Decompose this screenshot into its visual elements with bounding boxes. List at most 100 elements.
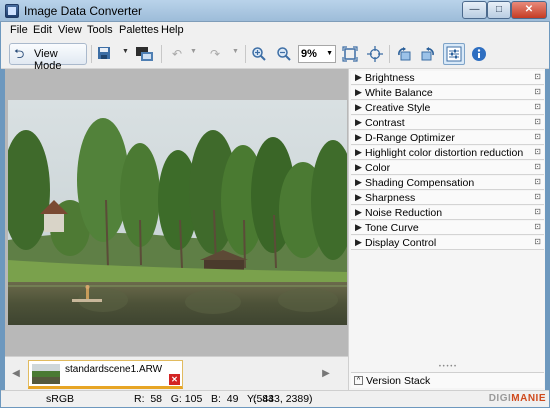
raw-convert-icon[interactable] [135, 46, 155, 62]
palette-noise-reduction[interactable]: ▶ Noise Reduction ⊡ [351, 206, 544, 220]
menu-help[interactable]: Help [161, 24, 184, 36]
palette-label: Shading Compensation [365, 177, 475, 189]
palette-label: Display Control [365, 237, 437, 249]
pin-icon[interactable]: ⊡ [534, 222, 541, 231]
watermark-logo: DIGIMANIE [489, 393, 546, 404]
palette-panel: ▶ Brightness ⊡ ▶ White Balance ⊡ ▶ Creat… [348, 69, 545, 390]
chevron-down-icon: ▼ [326, 50, 333, 57]
expand-triangle-icon: ▶ [355, 237, 362, 247]
palette-label: D-Range Optimizer [365, 132, 455, 144]
save-icon[interactable] [96, 46, 112, 62]
redo-dropdown-icon[interactable]: ▼ [232, 48, 239, 55]
crosshair-icon[interactable] [367, 46, 383, 62]
palette-label: Contrast [365, 117, 405, 129]
zoom-in-icon[interactable] [251, 46, 267, 62]
rotate-right-icon[interactable] [420, 46, 436, 62]
palette-label: Color [365, 162, 391, 174]
palette-sharpness[interactable]: ▶ Sharpness ⊡ [351, 191, 544, 205]
palette-tone-curve[interactable]: ▶ Tone Curve ⊡ [351, 221, 544, 235]
undo-icon[interactable]: ↶ [169, 46, 185, 62]
version-stack-label: Version Stack [366, 375, 431, 387]
filmstrip-prev-button[interactable]: ◀ [8, 363, 24, 385]
fit-to-window-icon[interactable] [342, 46, 358, 62]
rotate-left-icon[interactable] [396, 46, 412, 62]
zoom-out-icon[interactable] [276, 46, 292, 62]
expand-triangle-icon: ▶ [355, 207, 362, 217]
save-dropdown-icon[interactable]: ▼ [122, 48, 129, 55]
version-stack-header[interactable]: ^ Version Stack [351, 372, 544, 388]
thumbnail-image [32, 364, 60, 384]
menu-edit[interactable]: Edit [33, 24, 52, 36]
palette-creative-style[interactable]: ▶ Creative Style ⊡ [351, 101, 544, 115]
menu-tools[interactable]: Tools [87, 24, 113, 36]
zoom-level-select[interactable]: 9% ▼ [298, 45, 336, 63]
pin-icon[interactable]: ⊡ [534, 132, 541, 141]
filmstrip-thumbnail[interactable]: standardscene1.ARW ✕ [28, 360, 183, 389]
app-icon [5, 4, 19, 18]
palette-toggle-button[interactable] [443, 43, 465, 65]
pin-icon[interactable]: ⊡ [534, 162, 541, 171]
watermark-left: DIGI [488, 393, 512, 404]
pin-icon[interactable]: ⊡ [534, 192, 541, 201]
undo-dropdown-icon[interactable]: ▼ [190, 48, 197, 55]
toolbar-separator [91, 45, 92, 63]
palette-d-range-optimizer[interactable]: ▶ D-Range Optimizer ⊡ [351, 131, 544, 145]
pin-icon[interactable]: ⊡ [534, 177, 541, 186]
pin-icon[interactable]: ⊡ [534, 87, 541, 96]
expand-triangle-icon: ▶ [355, 102, 362, 112]
landscape-photo [8, 100, 347, 325]
expand-triangle-icon: ▶ [355, 132, 362, 142]
status-bar: sRGB R: 58 G: 105 B: 49 Y: 84 (5433, 238… [1, 390, 549, 407]
palette-display-control[interactable]: ▶ Display Control ⊡ [351, 236, 544, 250]
close-button[interactable]: ✕ [511, 1, 547, 19]
thumbnail-filename: standardscene1.ARW [65, 364, 163, 375]
expand-triangle-icon: ▶ [355, 192, 362, 202]
palette-label: Tone Curve [365, 222, 419, 234]
pin-icon[interactable]: ⊡ [534, 207, 541, 216]
title-bar: Image Data Converter — □ ✕ [0, 0, 550, 22]
palette-label: Noise Reduction [365, 207, 443, 219]
palette-brightness[interactable]: ▶ Brightness ⊡ [351, 71, 544, 85]
redo-icon[interactable]: ↷ [207, 46, 223, 62]
collapse-icon: ^ [354, 376, 363, 385]
expand-triangle-icon: ▶ [355, 147, 362, 157]
menu-file[interactable]: File [10, 24, 28, 36]
menu-palettes[interactable]: Palettes [119, 24, 159, 36]
palette-white-balance[interactable]: ▶ White Balance ⊡ [351, 86, 544, 100]
viewer-header [5, 69, 348, 98]
menu-view[interactable]: View [58, 24, 82, 36]
minimize-button[interactable]: — [462, 1, 487, 19]
info-icon[interactable] [471, 46, 487, 62]
palette-highlight-color-distortion[interactable]: ▶ Highlight color distortion reduction ⊡ [351, 146, 544, 160]
expand-triangle-icon: ▶ [355, 162, 362, 172]
palette-shading-compensation[interactable]: ▶ Shading Compensation ⊡ [351, 176, 544, 190]
pin-icon[interactable]: ⊡ [534, 72, 541, 81]
pin-icon[interactable]: ⊡ [534, 237, 541, 246]
filmstrip-next-button[interactable]: ▶ [318, 363, 334, 385]
window-title: Image Data Converter [24, 4, 143, 18]
image-viewer [5, 69, 348, 356]
palette-color[interactable]: ▶ Color ⊡ [351, 161, 544, 175]
adjust-palette-icon [446, 46, 462, 62]
palette-label: Highlight color distortion reduction [365, 147, 524, 159]
filmstrip: ◀ standardscene1.ARW ✕ ▶ [5, 356, 348, 390]
expand-triangle-icon: ▶ [355, 72, 362, 82]
toolbar-separator [161, 45, 162, 63]
panel-splitter[interactable]: • • • • • [351, 364, 544, 370]
menu-bar: File Edit View Tools Palettes Help [1, 22, 549, 39]
pin-icon[interactable]: ⊡ [534, 147, 541, 156]
palette-label: Brightness [365, 72, 415, 84]
photo-preview[interactable] [8, 100, 347, 325]
expand-triangle-icon: ▶ [355, 87, 362, 97]
maximize-button[interactable]: □ [487, 1, 511, 19]
expand-triangle-icon: ▶ [355, 222, 362, 232]
view-mode-button[interactable]: ⮌ View Mode [9, 43, 87, 72]
toolbar-separator [245, 45, 246, 63]
close-file-icon[interactable]: ✕ [169, 374, 180, 385]
pin-icon[interactable]: ⊡ [534, 117, 541, 126]
toolbar-separator [389, 45, 390, 63]
back-arrow-icon: ⮌ [14, 46, 25, 61]
pin-icon[interactable]: ⊡ [534, 102, 541, 111]
color-space: sRGB [46, 393, 75, 405]
palette-contrast[interactable]: ▶ Contrast ⊡ [351, 116, 544, 130]
